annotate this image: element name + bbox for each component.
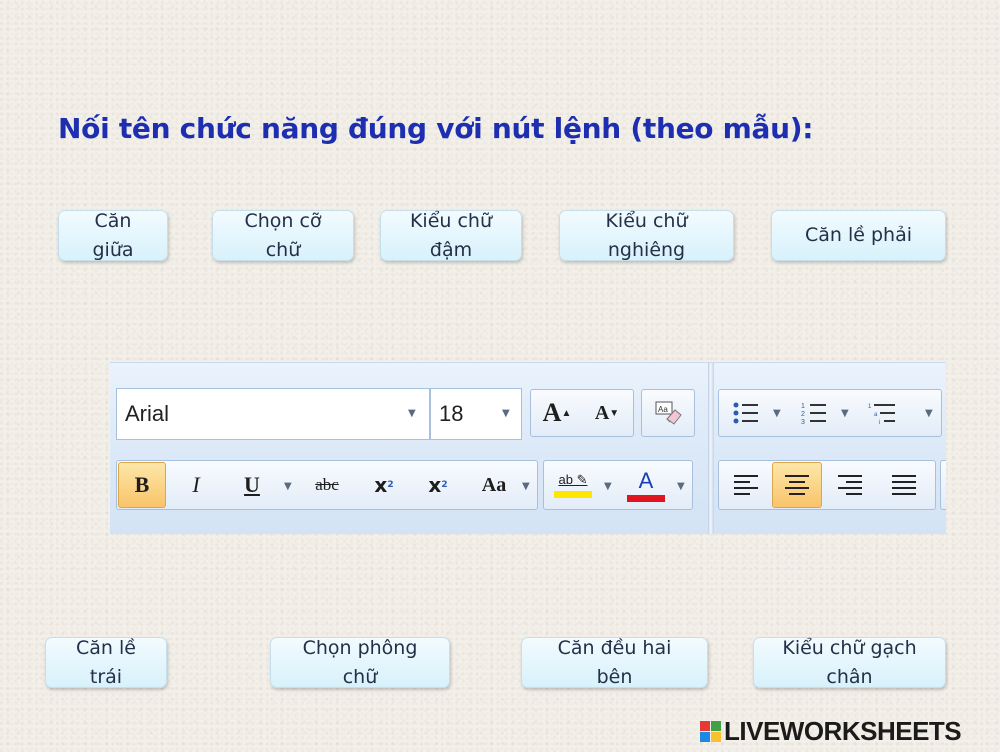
align-right-icon — [838, 475, 862, 495]
card-label: Kiểu chữ đậm — [409, 209, 493, 261]
highlighter-icon: ab ✎ — [558, 472, 588, 487]
chevron-down-icon[interactable]: ▼ — [284, 481, 292, 492]
svg-text:Aa: Aa — [658, 405, 668, 414]
group-divider — [708, 363, 714, 534]
multilevel-list-button[interactable]: 1 a i — [860, 393, 904, 433]
card-label: Căn lề phải — [804, 224, 913, 246]
card-can-le-trai[interactable]: Căn lề trái — [45, 637, 167, 688]
card-kieu-chu-gach-chan[interactable]: Kiểu chữ gạch chân — [753, 637, 946, 688]
card-label: Căn đều hai bên — [557, 636, 672, 688]
card-kieu-chu-dam[interactable]: Kiểu chữ đậm — [380, 210, 522, 261]
superscript-mark: 2 — [441, 480, 448, 490]
highlight-glyph: ab — [558, 472, 573, 487]
svg-text:2: 2 — [801, 411, 805, 418]
font-size-value: 18 — [439, 401, 464, 426]
chevron-down-icon[interactable]: ▼ — [408, 408, 416, 419]
liveworksheets-logo-icon — [700, 721, 721, 742]
next-group-edge — [940, 460, 946, 510]
font-color-bar — [627, 495, 665, 502]
svg-text:a: a — [874, 412, 878, 418]
grow-font-button[interactable]: A ▲ — [534, 393, 580, 433]
card-label: Căn lề trái — [76, 636, 136, 688]
card-can-giua[interactable]: Căn giữa — [58, 210, 168, 261]
subscript-icon: x — [374, 473, 388, 497]
bold-icon: B — [134, 472, 150, 497]
highlight-button[interactable]: ab ✎ — [548, 462, 598, 508]
align-left-button[interactable] — [722, 462, 770, 508]
highlight-color-bar — [554, 491, 592, 498]
card-label: Kiểu chữ gạch chân — [782, 636, 917, 688]
change-case-icon: Aa — [481, 473, 507, 496]
chevron-down-icon[interactable]: ▼ — [604, 481, 612, 492]
bullet-list-icon — [733, 402, 758, 424]
chevron-down-icon[interactable]: ▼ — [522, 481, 530, 492]
chevron-down-icon[interactable]: ▼ — [773, 408, 781, 419]
bold-button[interactable]: B — [118, 462, 166, 508]
chevron-down-icon[interactable]: ▼ — [677, 481, 685, 492]
chevron-down-icon[interactable]: ▼ — [925, 408, 933, 419]
card-chon-phong-chu[interactable]: Chọn phông chữ — [270, 637, 450, 688]
change-case-button[interactable]: Aa — [470, 462, 518, 508]
align-left-icon — [734, 475, 758, 495]
card-can-le-phai[interactable]: Căn lề phải — [771, 210, 946, 261]
card-label: Chọn cỡ chữ — [244, 209, 322, 261]
chevron-down-icon[interactable]: ▼ — [841, 408, 849, 419]
card-chon-co-chu[interactable]: Chọn cỡ chữ — [212, 210, 354, 261]
chevron-down-icon[interactable]: ▼ — [502, 408, 510, 419]
card-can-deu-hai-ben[interactable]: Căn đều hai bên — [521, 637, 708, 688]
italic-button[interactable]: I — [172, 462, 220, 508]
subscript-button[interactable]: x2 — [362, 462, 406, 508]
font-name-box[interactable]: Arial — [116, 388, 430, 440]
eraser-icon: Aa — [655, 401, 682, 425]
align-center-icon — [785, 475, 809, 495]
numbering-button[interactable]: 1 2 3 — [792, 393, 836, 433]
justify-icon — [892, 475, 916, 495]
liveworksheets-text: LIVEWORKSHEETS — [724, 716, 962, 746]
shrink-font-button[interactable]: A ▼ — [584, 393, 630, 433]
card-label: Căn giữa — [92, 209, 134, 261]
card-label: Chọn phông chữ — [302, 636, 418, 688]
strikethrough-button[interactable]: abc — [302, 462, 352, 508]
justify-button[interactable] — [880, 462, 928, 508]
strikethrough-icon: abc — [315, 475, 339, 494]
svg-text:i: i — [879, 420, 880, 425]
grow-font-icon: A — [542, 398, 562, 427]
align-center-button[interactable] — [772, 462, 822, 508]
svg-text:1: 1 — [868, 404, 872, 410]
clear-formatting-button[interactable]: Aa — [641, 389, 695, 437]
font-color-icon: A — [638, 468, 654, 493]
page-title: Nối tên chức năng đúng với nút lệnh (the… — [58, 112, 814, 145]
font-name-value: Arial — [125, 401, 170, 426]
align-right-button[interactable] — [826, 462, 874, 508]
underline-icon: U — [244, 472, 260, 497]
numbered-list-icon: 1 2 3 — [801, 403, 826, 425]
shrink-font-icon: A — [594, 401, 610, 424]
subscript-mark: 2 — [387, 480, 394, 490]
card-kieu-chu-nghieng[interactable]: Kiểu chữ nghiêng — [559, 210, 734, 261]
svg-text:3: 3 — [801, 419, 805, 425]
superscript-icon: x — [428, 473, 442, 497]
svg-text:1: 1 — [801, 403, 805, 410]
liveworksheets-logo: LIVEWORKSHEETS — [700, 716, 962, 747]
font-color-button[interactable]: A — [622, 462, 670, 508]
underline-button[interactable]: U — [228, 462, 276, 508]
card-label: Kiểu chữ nghiêng — [605, 209, 688, 261]
word-ribbon: Arial ▼ 18 ▼ A ▲ A ▼ Aa B I U ▼ abc x2 x2 — [110, 362, 946, 534]
superscript-button[interactable]: x2 — [416, 462, 460, 508]
multilevel-list-icon: 1 a i — [868, 404, 895, 425]
bullets-button[interactable] — [724, 393, 768, 433]
italic-icon: I — [192, 472, 200, 497]
